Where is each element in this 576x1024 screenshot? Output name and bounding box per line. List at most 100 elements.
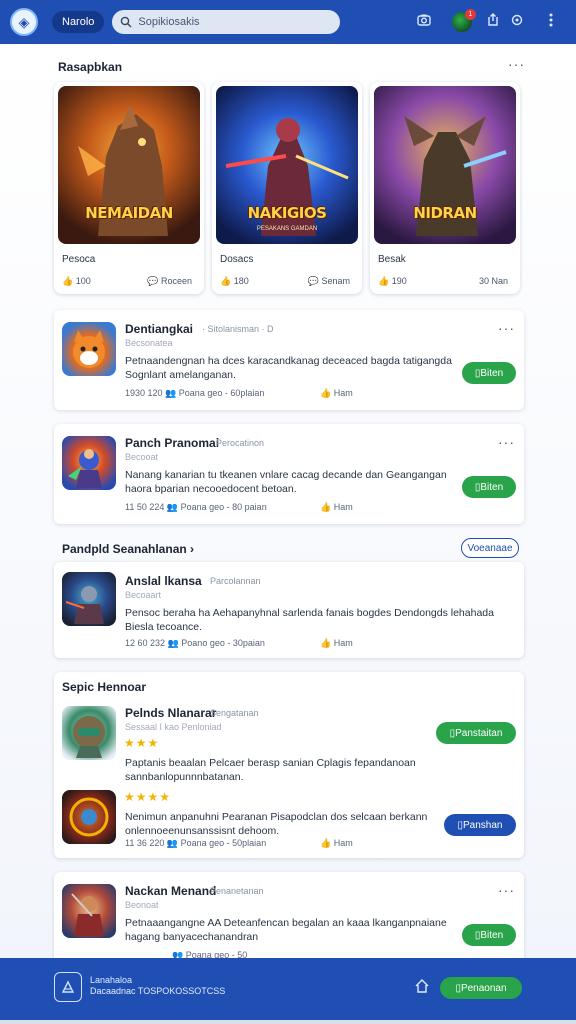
game-icon <box>62 884 116 938</box>
game-description: Paptanis beaalan Pelcaer berasp sanian C… <box>125 757 416 783</box>
top-bar: ◈ Narolo 1 <box>0 0 576 44</box>
game-developer: Parcolannan <box>210 576 261 586</box>
game-category: Becoaart <box>125 590 162 600</box>
share-icon[interactable] <box>486 12 500 33</box>
logo-glyph: ◈ <box>18 13 30 30</box>
featured-art-title: NAKIGIOS <box>247 204 327 222</box>
game-date: 11 50 224 <box>125 502 165 512</box>
players-icon: 👥 <box>166 838 179 848</box>
game-description: Petnaandengnan ha dces karacandkanag dec… <box>125 355 452 381</box>
game-list-item[interactable]: Anslal lkansa Parcolannan Becoaart Penso… <box>54 562 524 658</box>
featured-stat-right: 💬 Senam <box>308 276 350 287</box>
install-button[interactable]: ▯ Panstaitan <box>436 722 516 744</box>
game-title: Panch Pranomai <box>125 436 220 450</box>
game-favorite-label: Ham <box>333 388 353 398</box>
settings-icon[interactable] <box>510 12 524 33</box>
featured-stat: 👍 100 <box>62 276 91 287</box>
game-stats: 11 36 220 👥 Poana geo - 50plaian <box>125 838 266 849</box>
play-button[interactable]: ▯ Biten <box>462 362 516 384</box>
nav-pill-button[interactable]: Narolo <box>52 11 105 33</box>
game-category: Beonoat <box>125 900 159 910</box>
featured-stat-right: 30 Nan <box>478 276 508 286</box>
featured-art: NEMAIDAN <box>58 86 200 244</box>
featured-art-subtitle: PESAKANS GAMDAN <box>256 226 318 232</box>
game-stats: 11 50 224 👥 Poana geo - 80 paian <box>125 502 267 513</box>
featured-art-title: NEMAIDAN <box>85 204 173 222</box>
rating-stars: ★★★★ <box>124 790 172 804</box>
game-favorite-label: Ham <box>333 502 353 512</box>
camera-icon[interactable] <box>416 12 432 33</box>
install-button[interactable]: ▯ Panshan <box>444 814 516 836</box>
search-icon <box>121 16 132 28</box>
game-list-item[interactable]: Nackan Menand Penanetanan Beonoat Petnaa… <box>54 872 524 958</box>
game-title: Nackan Menand <box>125 884 217 898</box>
play-button-label: Biten <box>480 929 504 941</box>
game-developer: Sengatanan <box>210 708 259 718</box>
game-stats: 1930 120 👥 Poana geo - 60plaian <box>125 388 264 399</box>
item-more-icon[interactable]: ··· <box>498 882 515 898</box>
view-all-button[interactable]: Voeanaae <box>461 538 519 558</box>
section-heading-label: Pandpld Seanahlanan <box>62 542 187 556</box>
game-icon <box>62 322 116 376</box>
game-icon <box>62 790 116 844</box>
thumbs-up-icon: 👍 <box>320 388 334 398</box>
game-date: 1930 120 <box>125 388 163 398</box>
game-developer: · Sitolanisman · D <box>202 324 274 334</box>
section-heading: Sepic Hennoar <box>62 680 147 694</box>
footer-action-label: Penaonan <box>460 982 507 994</box>
chat-icon: 💬 <box>147 276 161 286</box>
chat-icon: 💬 <box>307 276 322 286</box>
featured-art: NAKIGIOS PESAKANS GAMDAN <box>216 86 358 244</box>
footer-action-button[interactable]: ▯ Penaonan <box>440 977 522 999</box>
chevron-right-icon: › <box>190 542 195 556</box>
game-favorite[interactable]: 👍 Ham <box>320 502 353 513</box>
more-vertical-icon[interactable] <box>548 12 554 33</box>
game-description: Nanang kanarian tu tkeanen vnlare cacag … <box>125 469 447 495</box>
bottom-bar: Lanahaloa Dacaadnac TOSPOKOSSOTCSS ▯ Pen… <box>0 958 576 1020</box>
featured-card[interactable]: NEMAIDAN Pesoca 👍 100 💬 Roceen <box>54 82 204 294</box>
game-icon <box>62 706 116 760</box>
play-button-label: Biten <box>480 367 504 379</box>
featured-stat-right-value: Roceen <box>160 276 192 286</box>
play-button[interactable]: ▯ Biten <box>462 476 516 498</box>
search-bar[interactable] <box>112 10 341 34</box>
game-players: Poana geo - 50 <box>185 950 248 958</box>
game-favorite[interactable]: 👍 Ham <box>320 638 353 649</box>
game-date: 12 60 232 <box>125 638 166 648</box>
thumbs-up-icon: 👍 <box>320 638 334 648</box>
game-list-item[interactable]: Dentiangkai · Sitolanisman · D Becsonate… <box>54 310 524 410</box>
thumbs-up-icon: 👍 <box>62 276 76 286</box>
footer-subtitle: Dacaadnac TOSPOKOSSOTCSS <box>90 986 226 996</box>
players-icon: 👥 <box>172 950 184 958</box>
thumbs-up-icon: 👍 <box>320 502 334 512</box>
game-players: Poano geo - 30paian <box>181 638 265 648</box>
search-input[interactable] <box>138 16 329 28</box>
app-logo[interactable]: ◈ <box>10 8 38 36</box>
item-more-icon[interactable]: ··· <box>498 434 515 450</box>
featured-heading: Rasapbkan <box>58 60 123 74</box>
item-more-icon[interactable]: ··· <box>498 320 515 336</box>
featured-more-icon[interactable]: ··· <box>508 56 525 72</box>
game-favorite[interactable]: 👍 Ham <box>320 388 353 399</box>
players-icon: 👥 <box>167 638 179 648</box>
footer-title: Lanahaloa <box>90 975 133 985</box>
game-players: Poana geo - 50plaian <box>180 838 267 848</box>
game-stats: 12 60 232 👥 Poano geo - 30paian <box>125 638 265 649</box>
game-date: 11 36 220 <box>125 838 165 848</box>
game-players: Poana geo - 60plaian <box>178 388 265 398</box>
featured-card[interactable]: NAKIGIOS PESAKANS GAMDAN Dosacs 👍 180 💬 … <box>212 82 362 294</box>
notification-badge: 1 <box>465 9 476 20</box>
game-favorite[interactable]: 👍 Ham <box>320 838 353 849</box>
featured-stat-left: 100 <box>75 276 91 286</box>
footer-logo-icon[interactable] <box>54 972 82 1002</box>
home-icon[interactable] <box>414 978 430 998</box>
thumbs-up-icon: 👍 <box>378 276 392 286</box>
featured-card[interactable]: NIDRAN Besak 👍 190 30 Nan <box>370 82 520 294</box>
featured-stat-right: 💬 Roceen <box>147 276 192 287</box>
play-button[interactable]: ▯ Biten <box>462 924 516 946</box>
game-category: Becooat <box>125 452 159 462</box>
featured-art-title: NIDRAN <box>413 204 477 222</box>
game-description: Nenimun anpanuhni Pearanan Pisapodclan d… <box>125 811 428 837</box>
game-list-item[interactable]: Panch Pranomai Perocatinon Becooat Nanan… <box>54 424 524 524</box>
game-category: Sessaal I kao Penloniad <box>125 722 222 732</box>
